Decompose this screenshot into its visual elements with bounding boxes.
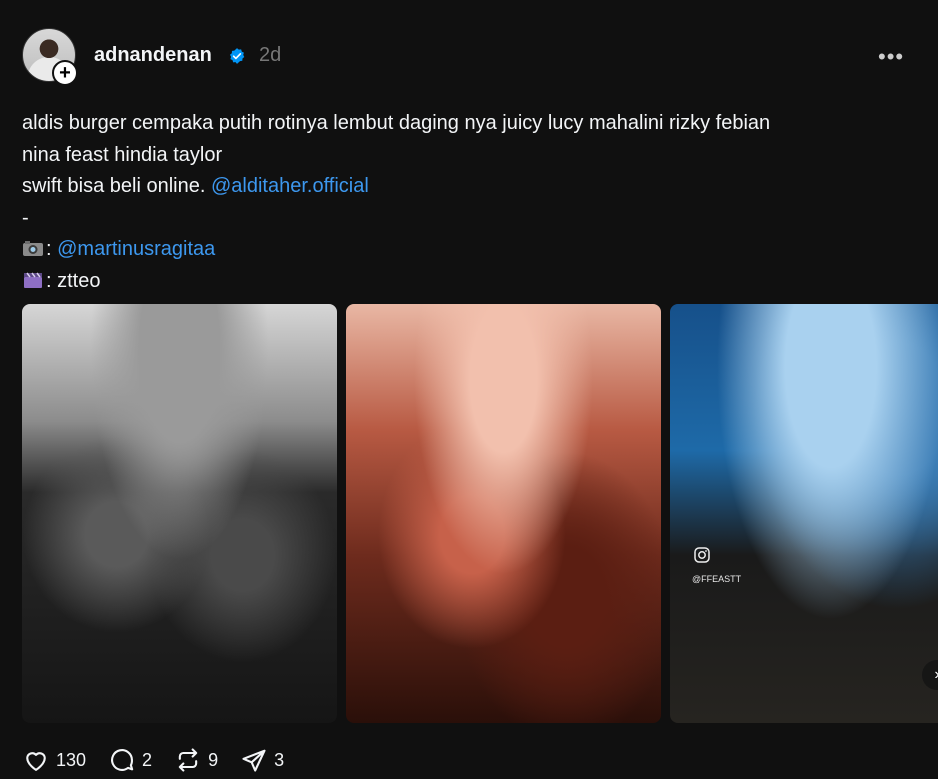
chevron-right-icon[interactable]: › [922,660,938,690]
like-button[interactable]: 130 [22,746,86,774]
instagram-icon [694,547,710,563]
watermark-text: @FFEASTT [692,574,742,584]
caption-line: : @martinusragitaa [22,234,902,266]
mention-link[interactable]: @alditaher.official [211,175,369,197]
mention-link[interactable]: @martinusragitaa [57,238,215,260]
post-video-3[interactable]: @FFEASTT › [670,304,938,723]
username[interactable]: adnandenan [94,44,212,67]
follow-button[interactable]: + [52,60,78,86]
thread-post: + adnandenan 2d ••• aldis burger cempaka… [0,0,938,779]
caption-line: aldis burger cempaka putih rotinya lembu… [22,112,771,134]
action-bar: 130 2 9 3 [22,745,306,775]
share-button[interactable]: 3 [240,746,284,774]
post-time[interactable]: 2d [259,44,281,67]
reply-icon [111,749,134,771]
reply-count: 2 [142,749,153,770]
clapper-emoji-icon [24,272,42,288]
share-icon [242,749,266,772]
verified-badge-icon [230,48,245,64]
post-image-1[interactable] [22,304,337,723]
caption-text: : ztteo [46,269,101,292]
avatar-container[interactable]: + [22,28,78,86]
caption-line: : ztteo [22,266,902,298]
caption-line: nina feast hindia taylor [22,143,223,166]
more-icon[interactable]: ••• [878,44,904,70]
repost-count: 9 [208,749,219,770]
repost-button[interactable]: 9 [174,746,218,774]
caption-text: : [46,238,58,260]
caption-text: swift bisa beli online. [22,175,211,197]
caption-line: - [22,206,29,229]
like-count: 130 [56,749,87,770]
heart-icon [26,752,46,771]
share-count: 3 [274,749,285,770]
camera-emoji-icon [23,241,43,256]
post-caption: aldis burger cempaka putih rotinya lembu… [22,108,902,297]
reply-button[interactable]: 2 [108,746,152,774]
caption-line: swift bisa beli online. @alditaher.offic… [22,171,902,203]
repost-icon [178,748,198,772]
post-image-2[interactable] [346,304,661,723]
